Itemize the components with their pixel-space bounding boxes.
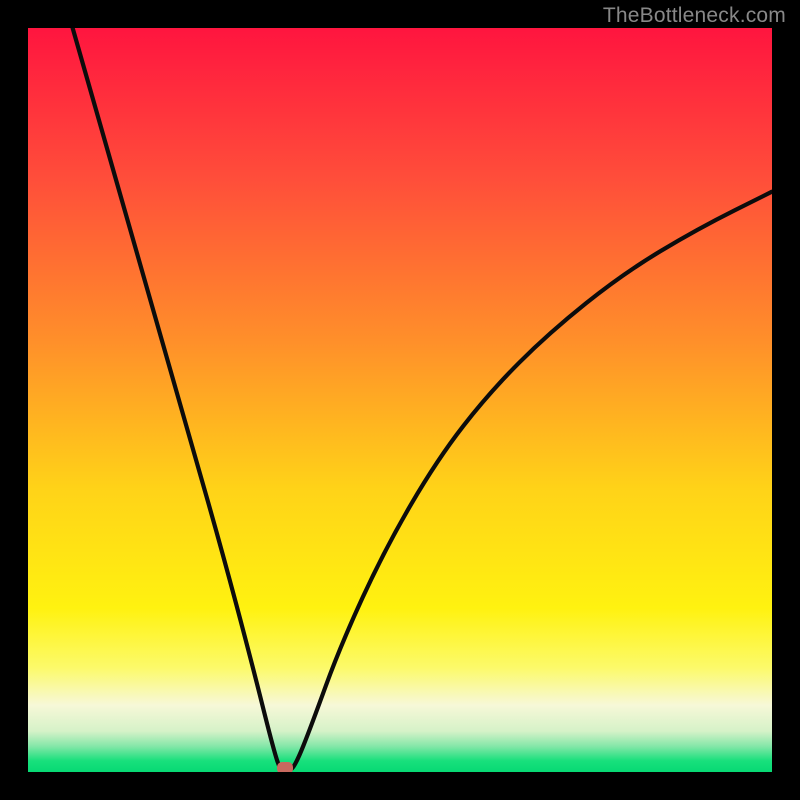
optimal-point-marker	[277, 762, 293, 772]
watermark-text: TheBottleneck.com	[603, 4, 786, 28]
plot-area	[28, 28, 772, 772]
chart-container: TheBottleneck.com	[0, 0, 800, 800]
curve-layer	[28, 28, 772, 772]
bottleneck-curve	[73, 28, 772, 772]
